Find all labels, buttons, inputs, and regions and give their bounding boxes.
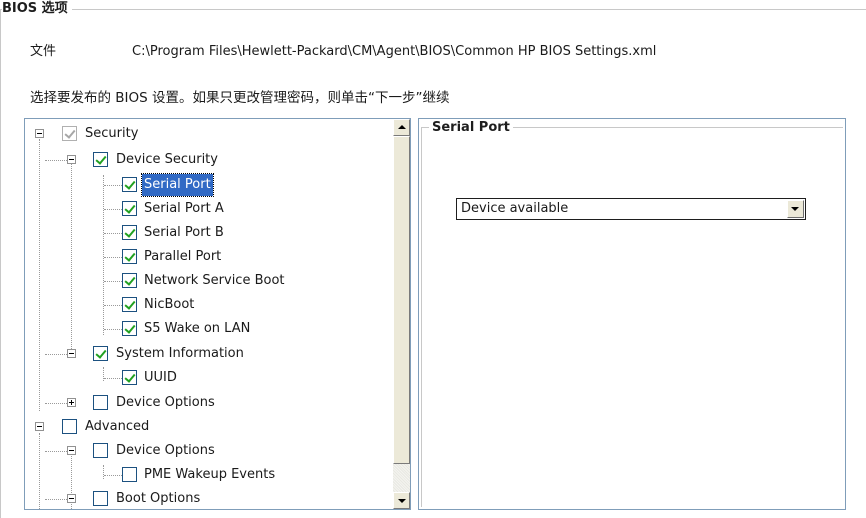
- tree-item-label: Serial Port A: [144, 201, 224, 216]
- tree-item-label: NicBoot: [144, 297, 195, 312]
- collapse-icon[interactable]: [67, 349, 76, 358]
- tree-item-label: Security: [85, 126, 139, 141]
- tree-item-label: Serial Port: [141, 173, 214, 197]
- setting-detail-panel: Serial Port Device available: [418, 118, 846, 510]
- checkbox[interactable]: [122, 321, 137, 336]
- tree-item-label: Network Service Boot: [144, 273, 285, 288]
- tree-item-label: Device Options: [116, 395, 215, 410]
- serial-port-value-dropdown[interactable]: Device available: [456, 198, 806, 220]
- collapse-icon[interactable]: [67, 494, 76, 503]
- checkbox[interactable]: [93, 443, 108, 458]
- dropdown-arrow-icon[interactable]: [787, 200, 804, 218]
- checkbox[interactable]: [122, 201, 137, 216]
- collapse-icon[interactable]: [67, 446, 76, 455]
- checkbox[interactable]: [122, 249, 137, 264]
- group-box-border-top: [0, 9, 866, 10]
- tree-item-label: Serial Port B: [144, 225, 224, 240]
- checkbox[interactable]: [122, 297, 137, 312]
- file-row: 文件 C:\Program Files\Hewlett-Packard\CM\A…: [30, 42, 656, 62]
- file-path: C:\Program Files\Hewlett-Packard\CM\Agen…: [132, 44, 657, 59]
- tree-vertical-scrollbar[interactable]: [393, 119, 410, 509]
- tree-item-label: Device Options: [116, 443, 215, 458]
- expand-icon[interactable]: [67, 398, 76, 407]
- checkbox[interactable]: [93, 152, 108, 167]
- detail-group-border-left: [421, 127, 422, 507]
- tree-item-label: PME Wakeup Events: [144, 467, 276, 482]
- checkbox[interactable]: [62, 419, 77, 434]
- scroll-down-arrow-icon[interactable]: [393, 492, 410, 509]
- scroll-thumb[interactable]: [393, 136, 410, 464]
- tree-item-label: Boot Options: [116, 491, 201, 506]
- dropdown-selected-value: Device available: [461, 201, 569, 216]
- group-box-border-left: [0, 9, 1, 518]
- tree-item-label: System Information: [116, 346, 244, 361]
- tree-item-label: UUID: [144, 370, 177, 385]
- checkbox[interactable]: [122, 467, 137, 482]
- checkbox[interactable]: [93, 395, 108, 410]
- checkbox[interactable]: [122, 370, 137, 385]
- collapse-icon[interactable]: [35, 422, 44, 431]
- detail-group-title: Serial Port: [429, 119, 513, 136]
- tree-item-label: Device Security: [116, 152, 218, 167]
- instruction-text: 选择要发布的 BIOS 设置。如果只更改管理密码，则单击“下一步”继续: [30, 90, 450, 106]
- checkbox[interactable]: [122, 273, 137, 288]
- scroll-up-arrow-icon[interactable]: [393, 119, 410, 136]
- file-label: 文件: [30, 44, 57, 59]
- bios-settings-tree[interactable]: Security Device Security Serial Port Ser…: [24, 118, 411, 510]
- collapse-icon[interactable]: [67, 155, 76, 164]
- tree-item-label: S5 Wake on LAN: [144, 321, 251, 336]
- collapse-icon[interactable]: [35, 129, 44, 138]
- checkbox[interactable]: [93, 491, 108, 506]
- checkbox[interactable]: [93, 346, 108, 361]
- checkbox[interactable]: [62, 126, 77, 141]
- group-box-title: BIOS 选项: [2, 0, 72, 18]
- tree-item-label: Advanced: [85, 419, 150, 434]
- checkbox[interactable]: [122, 225, 137, 240]
- checkbox[interactable]: [122, 177, 137, 192]
- tree-item-label: Parallel Port: [144, 249, 222, 264]
